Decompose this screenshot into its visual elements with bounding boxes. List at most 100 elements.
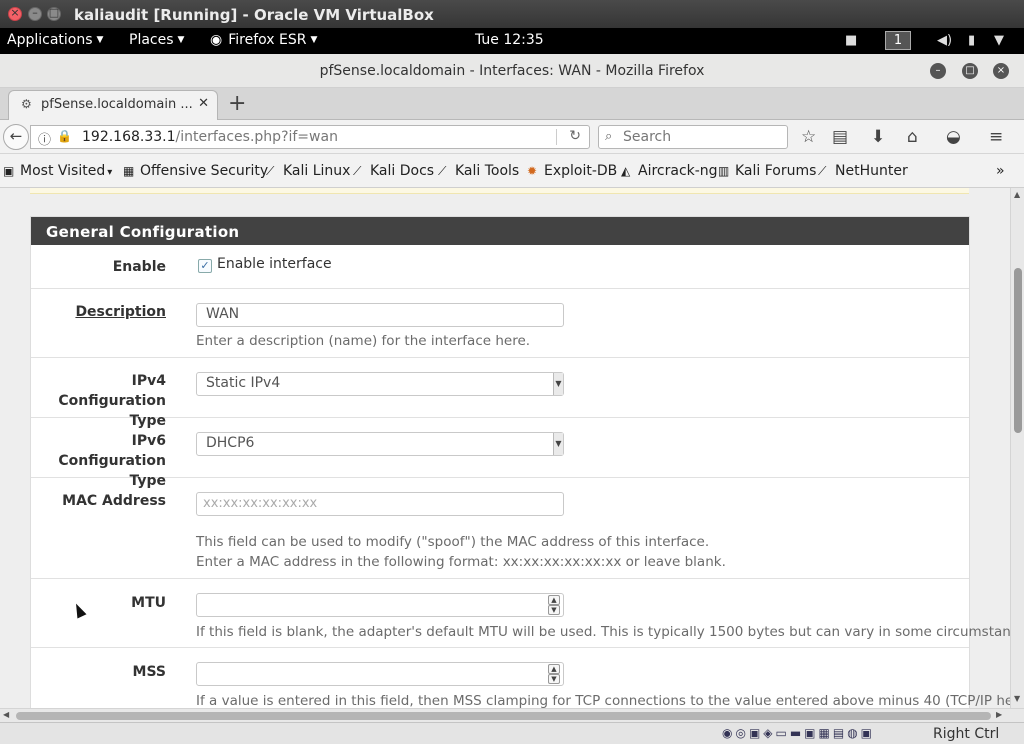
- description-label[interactable]: Description: [31, 302, 166, 322]
- host-key-label: Right Ctrl: [933, 726, 1000, 742]
- bookmark-label: Exploit-DB: [544, 163, 618, 179]
- mtu-spinner[interactable]: ▲ ▼: [548, 595, 560, 615]
- kali-forums-icon: ▥: [718, 164, 730, 178]
- places-label: Places: [129, 32, 174, 48]
- search-box[interactable]: ⌕: [598, 125, 788, 149]
- vbox-device-icons[interactable]: ◉◎▣◈▭▬▣▦▤◍▣: [722, 726, 875, 740]
- bookmark-aircrack-ng[interactable]: ◭ Aircrack-ng: [621, 163, 718, 179]
- bookmark-offensive-security[interactable]: ▦ Offensive Security: [123, 163, 268, 179]
- insecure-lock-icon[interactable]: 🔒: [57, 129, 72, 143]
- places-menu[interactable]: Places ▼: [129, 32, 184, 48]
- description-input[interactable]: WAN: [196, 303, 564, 327]
- spin-down-icon[interactable]: ▼: [548, 605, 560, 615]
- workspace-indicator[interactable]: 1: [885, 31, 911, 50]
- enable-checkbox-label[interactable]: Enable interface: [217, 256, 332, 272]
- select-arrow-icon: ▼: [553, 433, 563, 455]
- tab-pfsense[interactable]: ⚙ pfSense.localdomain ... ✕: [8, 90, 218, 120]
- minimize-icon: –: [32, 6, 38, 19]
- mac-row: MAC Address xx:xx:xx:xx:xx:xx This field…: [31, 478, 969, 579]
- system-menu-caret-icon[interactable]: ▼: [994, 33, 1004, 48]
- tab-label: pfSense.localdomain ...: [41, 97, 193, 112]
- search-icon: ⌕: [605, 129, 613, 144]
- bookmark-kali-tools[interactable]: ⟋ Kali Tools: [438, 163, 519, 179]
- offsec-icon: ▦: [123, 164, 135, 178]
- search-input[interactable]: [623, 128, 783, 146]
- bookmark-exploit-db[interactable]: ✹ Exploit-DB: [527, 163, 617, 179]
- bookmark-label: Kali Docs: [370, 163, 435, 179]
- bookmark-nethunter[interactable]: ⟋ NetHunter: [818, 163, 908, 179]
- bookmark-most-visited[interactable]: ▣ Most Visited ▾: [3, 163, 112, 179]
- enable-checkbox[interactable]: ✓: [198, 259, 212, 273]
- kali-dragon-icon: ⟋: [266, 164, 275, 178]
- pfsense-favicon-icon: ⚙: [21, 97, 32, 111]
- spin-up-icon[interactable]: ▲: [548, 595, 560, 605]
- mss-row: MSS ▲ ▼ If a value is entered in this fie…: [31, 648, 1010, 708]
- ipv4-label-line1: IPv4 Configuration: [58, 373, 166, 409]
- firefox-close-button[interactable]: ×: [993, 63, 1009, 79]
- mtu-input[interactable]: ▲ ▼: [196, 593, 564, 617]
- firefox-titlebar: pfSense.localdomain - Interfaces: WAN - …: [0, 54, 1024, 88]
- ipv6-row: IPv6 Configuration Type DHCP6 ▼: [31, 418, 969, 489]
- bookmark-kali-linux[interactable]: ⟋ Kali Linux: [266, 163, 350, 179]
- mtu-help: If this field is blank, the adapter's de…: [196, 624, 1010, 640]
- spin-up-icon[interactable]: ▲: [548, 664, 560, 674]
- spin-down-icon[interactable]: ▼: [548, 674, 560, 684]
- vbox-minimize-button[interactable]: –: [28, 6, 42, 21]
- page-content: General Configuration Enable ✓ Enable in…: [0, 188, 1010, 708]
- volume-icon[interactable]: ◀): [937, 33, 952, 48]
- minimize-icon: –: [935, 65, 941, 76]
- url-bar[interactable]: ⓘ 🔒 192.168.33.1/interfaces.php?if=wan ↻: [30, 125, 590, 149]
- ipv6-selected-value: DHCP6: [206, 435, 255, 451]
- vertical-scrollbar[interactable]: ▲ ▼: [1010, 188, 1024, 708]
- mss-input[interactable]: ▲ ▼: [196, 662, 564, 686]
- hamburger-menu-icon[interactable]: ≡: [989, 127, 1003, 147]
- firefox-app-label: Firefox ESR: [228, 32, 307, 48]
- firefox-app-menu[interactable]: ◉ Firefox ESR ▼: [210, 32, 317, 48]
- ipv6-type-select[interactable]: DHCP6 ▼: [196, 432, 564, 456]
- vertical-scroll-thumb[interactable]: [1014, 268, 1022, 433]
- bookmark-kali-forums[interactable]: ▥ Kali Forums: [718, 163, 816, 179]
- battery-icon[interactable]: ▮: [968, 33, 975, 48]
- url-host: 192.168.33.1: [82, 129, 176, 145]
- notice-strip: [30, 188, 969, 194]
- ipv4-selected-value: Static IPv4: [206, 375, 281, 391]
- tab-close-icon[interactable]: ✕: [198, 96, 209, 111]
- pocket-icon[interactable]: ◒: [946, 127, 961, 147]
- scroll-up-icon[interactable]: ▲: [1014, 190, 1020, 199]
- mac-input[interactable]: xx:xx:xx:xx:xx:xx: [196, 492, 564, 516]
- ipv4-type-select[interactable]: Static IPv4 ▼: [196, 372, 564, 396]
- kali-dragon-icon: ⟋: [438, 164, 447, 178]
- scroll-right-icon[interactable]: ▶: [996, 710, 1002, 719]
- general-configuration-panel: General Configuration Enable ✓ Enable in…: [30, 216, 1010, 708]
- vbox-statusbar: ◉◎▣◈▭▬▣▦▤◍▣ Right Ctrl: [0, 722, 1024, 744]
- horizontal-scrollbar[interactable]: ◀ ▶: [0, 708, 1024, 722]
- url-path: /interfaces.php?if=wan: [175, 129, 338, 145]
- library-icon[interactable]: ▤: [832, 127, 848, 147]
- clock[interactable]: Tue 12:35: [475, 32, 544, 48]
- kali-dragon-icon: ⟋: [818, 164, 827, 178]
- horizontal-scroll-thumb[interactable]: [16, 712, 991, 720]
- bookmark-star-icon[interactable]: ☆: [801, 127, 816, 147]
- caret-down-icon: ▼: [310, 35, 318, 45]
- ipv4-row: IPv4 Configuration Type Static IPv4 ▼: [31, 358, 969, 429]
- mss-spinner[interactable]: ▲ ▼: [548, 664, 560, 684]
- info-icon[interactable]: ⓘ: [38, 129, 51, 148]
- home-icon[interactable]: ⌂: [907, 127, 918, 147]
- reload-icon[interactable]: ↻: [569, 128, 581, 144]
- download-icon[interactable]: ⬇: [871, 127, 885, 147]
- back-button[interactable]: ←: [3, 124, 29, 150]
- bookmarks-overflow-icon[interactable]: »: [996, 163, 1005, 179]
- vbox-maximize-button[interactable]: □: [47, 6, 61, 21]
- vbox-close-button[interactable]: ×: [8, 6, 22, 21]
- applications-menu[interactable]: Applications ▼: [7, 32, 103, 48]
- mac-label: MAC Address: [62, 493, 166, 509]
- bookmark-kali-docs[interactable]: ⟋ Kali Docs: [353, 163, 434, 179]
- firefox-maximize-button[interactable]: □: [962, 63, 978, 79]
- scroll-left-icon[interactable]: ◀: [3, 710, 9, 719]
- scroll-down-icon[interactable]: ▼: [1014, 694, 1020, 703]
- firefox-minimize-button[interactable]: –: [930, 63, 946, 79]
- video-icon[interactable]: ■: [845, 33, 857, 48]
- maximize-icon: □: [48, 6, 60, 19]
- new-tab-button[interactable]: +: [228, 91, 246, 116]
- mac-help-2: Enter a MAC address in the following for…: [196, 554, 726, 570]
